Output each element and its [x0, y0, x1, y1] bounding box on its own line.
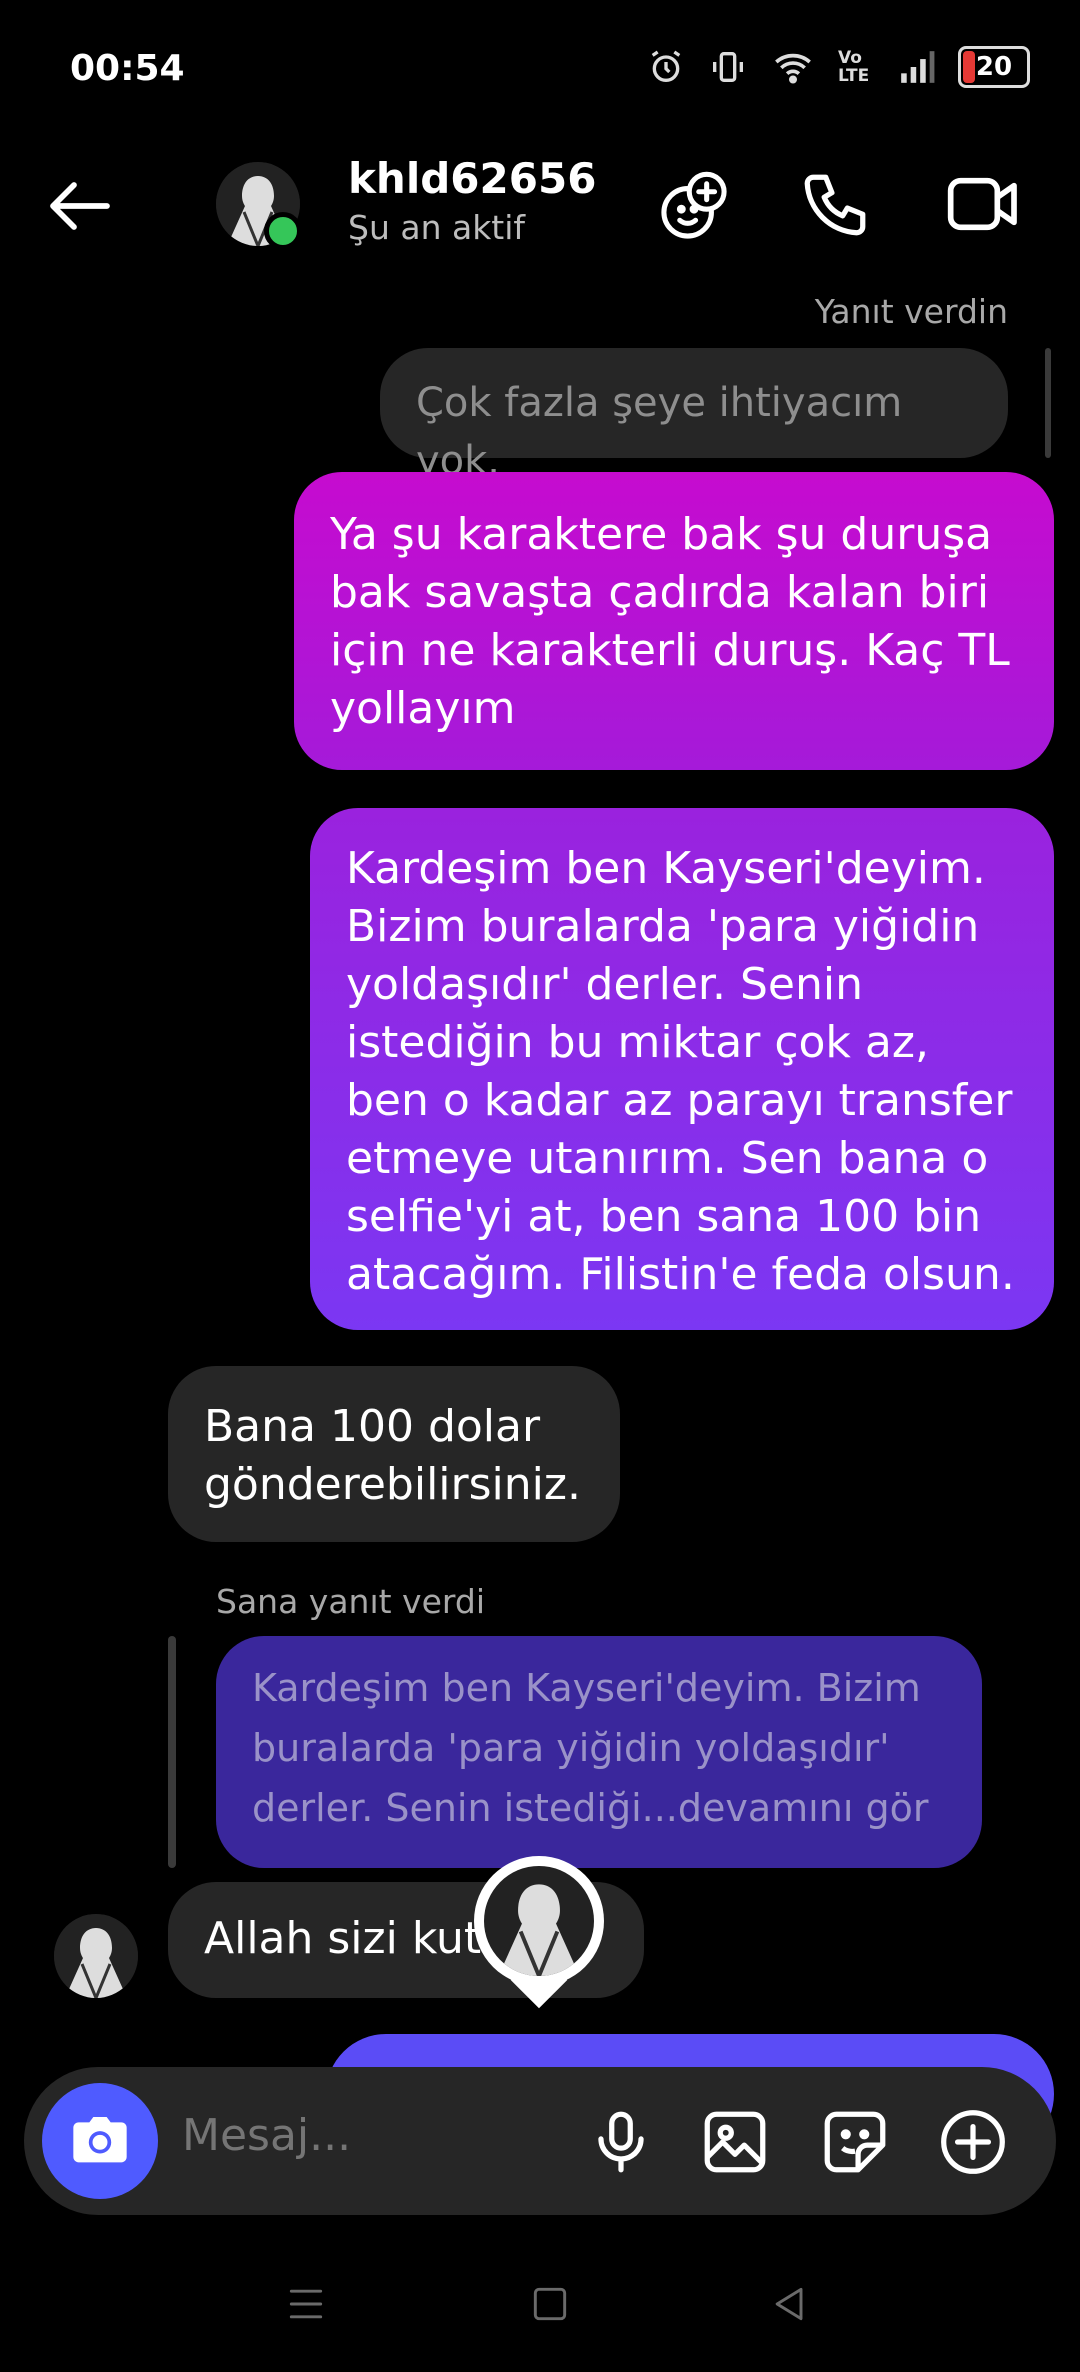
- vibrate-icon: [713, 52, 743, 82]
- status-time: 00:54: [70, 48, 185, 89]
- camera-button[interactable]: [42, 2083, 158, 2199]
- status-icons: Vo LTE 20: [646, 46, 1030, 88]
- quoted-message[interactable]: Kardeşim ben Kayseri'deyim. Bizim burala…: [216, 1636, 982, 1868]
- sender-avatar[interactable]: [54, 1914, 138, 1998]
- contact-status: Şu an aktif: [348, 208, 526, 247]
- sticker-icon[interactable]: [818, 2105, 892, 2179]
- nav-back-icon[interactable]: [768, 2282, 812, 2326]
- avatar-image: [484, 1866, 594, 1976]
- add-icon[interactable]: [936, 2105, 1010, 2179]
- reply-label-you: Yanıt verdin: [814, 292, 1008, 331]
- back-arrow-icon[interactable]: [44, 170, 116, 242]
- reply-indicator-line: [168, 1636, 176, 1868]
- message-composer: [24, 2067, 1056, 2215]
- signal-icon: [901, 51, 935, 83]
- microphone-icon[interactable]: [584, 2105, 658, 2179]
- battery-icon: 20: [958, 46, 1030, 88]
- sent-message[interactable]: Kardeşim ben Kayseri'deyim. Bizim burala…: [310, 808, 1054, 1330]
- recent-apps-icon[interactable]: [284, 2282, 328, 2326]
- contact-username[interactable]: khld62656: [348, 154, 596, 203]
- home-icon[interactable]: [528, 2282, 572, 2326]
- camera-icon: [73, 2117, 127, 2163]
- online-indicator: [264, 212, 302, 250]
- received-message[interactable]: Bana 100 dolar gönderebilirsiniz.: [168, 1366, 620, 1542]
- reply-label-them: Sana yanıt verdi: [216, 1582, 485, 1621]
- gallery-icon[interactable]: [698, 2105, 772, 2179]
- phone-call-icon[interactable]: [798, 168, 872, 242]
- message-input[interactable]: [180, 2109, 564, 2162]
- quoted-message[interactable]: Çok fazla şeye ihtiyacım yok.: [380, 348, 1008, 484]
- effects-icon[interactable]: [656, 168, 732, 244]
- volte-icon: Vo LTE: [838, 48, 870, 86]
- alarm-icon: [651, 50, 681, 82]
- avatar-image: [54, 1914, 138, 1998]
- sent-message[interactable]: Ya şu karaktere bak şu duruşa bak savaşt…: [294, 472, 1054, 770]
- scrollbar[interactable]: [1045, 348, 1051, 458]
- video-call-icon[interactable]: [944, 164, 1024, 244]
- seen-avatar-pin: [474, 1856, 604, 2009]
- wifi-icon: [775, 53, 811, 84]
